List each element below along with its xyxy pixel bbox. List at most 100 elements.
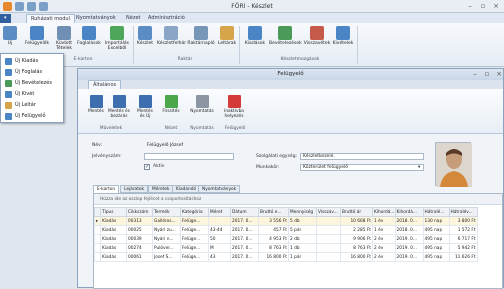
tab-nyomtatvanyok[interactable]: Nyomtatványok: [72, 14, 120, 23]
column-header[interactable]: Kategória: [180, 207, 209, 217]
tab-nyomtatvanyok-grid[interactable]: Nyomtatványok: [198, 185, 241, 193]
table-cell: 43: [208, 252, 231, 262]
name-field[interactable]: Felügyelő József: [144, 142, 424, 149]
column-header[interactable]: Típus: [100, 207, 127, 217]
table-cell: 2 év: [372, 252, 396, 262]
tab-altalanos[interactable]: Általános: [88, 80, 122, 89]
print-button[interactable]: Nyomtatás: [188, 95, 216, 115]
menu-item-new-inventory[interactable]: Új Leltár: [3, 100, 63, 111]
receipts-button[interactable]: Bevételezések: [269, 26, 302, 46]
withdrawal-icon: [336, 26, 350, 40]
return-icon: [310, 26, 324, 40]
column-header[interactable]: Méret: [208, 207, 231, 217]
window-maximize-icon[interactable]: ▫: [481, 69, 493, 79]
chevron-down-icon[interactable]: ▾: [418, 165, 420, 170]
table-cell: 00061: [126, 252, 153, 262]
save-close-button[interactable]: Mentés és bezárás: [108, 95, 130, 119]
window-minimize-icon[interactable]: –: [469, 69, 481, 79]
receipt-icon: [278, 26, 292, 40]
window-ribbon: Mentés Mentés és bezárás Mentés és Új Fr…: [78, 89, 503, 134]
workplace-select[interactable]: Közterület felügyelő: [300, 164, 424, 171]
menu-item-new-withdrawal[interactable]: Új Kivét: [3, 89, 63, 100]
supervisors-button[interactable]: Felügyelők: [24, 26, 50, 46]
tab-nezet[interactable]: Nézet: [122, 14, 144, 23]
table-cell: Felüge...: [180, 252, 209, 262]
column-header[interactable]: Hátralé...: [422, 207, 450, 217]
table-cell: 2 db: [288, 234, 317, 244]
column-header[interactable]: Visszav...: [316, 207, 341, 217]
new-button[interactable]: Új: [2, 26, 18, 46]
active-checkbox[interactable]: ✓: [144, 164, 150, 170]
column-header[interactable]: Termék: [152, 207, 181, 217]
badge-number-field[interactable]: [144, 153, 234, 160]
save-button[interactable]: Mentés: [88, 95, 104, 115]
window-tabs: Általános: [78, 80, 503, 89]
table-cell: 6 717 Ft: [448, 234, 478, 244]
import-excel-button[interactable]: Importálás Excelből: [103, 26, 131, 51]
column-header[interactable]: Dátum: [230, 207, 259, 217]
issues-button[interactable]: Kiadások: [243, 26, 267, 46]
table-row[interactable]: Kiadás 00061 Josef S... Felüge... 43 2017. 0.…: [94, 252, 478, 262]
save-new-button[interactable]: Mentés és Új: [135, 95, 155, 119]
table-cell: 3 556 Ft: [258, 216, 289, 226]
tab-adminisztracio[interactable]: Adminisztráció: [144, 14, 189, 23]
id-label: Jelvényszám:: [92, 154, 122, 159]
table-cell: [316, 225, 341, 235]
table-cell: [208, 216, 231, 226]
bookings-button[interactable]: Foglalások: [77, 26, 101, 46]
column-header[interactable]: Kihordá...: [372, 207, 396, 217]
supervisor-photo: [435, 142, 472, 187]
x-icon: [227, 95, 241, 108]
tab-meretek[interactable]: Méretek: [148, 185, 174, 193]
withdrawals-button[interactable]: Kivételek: [332, 26, 354, 46]
issued-items-button[interactable]: Kiadott Tételek: [52, 26, 76, 51]
save-close-icon: [112, 95, 126, 108]
deactivate-button[interactable]: Inaktívba helyezés: [220, 95, 248, 119]
column-header[interactable]: Mennyiség: [288, 207, 317, 217]
person-icon: [30, 26, 44, 40]
menu-item-new-issue[interactable]: Új Kiadás: [3, 56, 63, 67]
menu-item-new-receipt[interactable]: Új Bevételezés: [3, 78, 63, 89]
left-panel: [0, 123, 66, 288]
menu-item-new-booking[interactable]: Új Foglalás: [3, 67, 63, 78]
minimize-icon[interactable]: –: [464, 1, 476, 11]
tab-lejaratok[interactable]: Lejáratok: [120, 185, 148, 193]
inventory-icon: [220, 26, 234, 40]
tab-kiadando[interactable]: Kiadandó: [172, 185, 201, 193]
refresh-button[interactable]: Frissítés: [160, 95, 182, 115]
inventories-button[interactable]: Leltárak: [217, 26, 237, 46]
table-cell: Nyári n...: [152, 234, 181, 244]
table-cell: 10 668 Ft: [340, 216, 373, 226]
table-row[interactable]: Kiadás 00039 Nyári n... Felüge... 50 2017. 0.…: [94, 234, 478, 244]
group-felugyelo: Felügyelő: [224, 126, 246, 131]
window-close-icon[interactable]: ×: [493, 69, 504, 79]
table-cell: 43-44: [208, 225, 231, 235]
survey-icon: [164, 26, 178, 40]
column-header[interactable]: Cikkszám: [126, 207, 153, 217]
table-row[interactable]: Kiadás 00274 Pulóver... Felüge... M 2017. 0..…: [94, 243, 478, 253]
table-cell: 495 nap: [422, 252, 450, 262]
returns-button[interactable]: Visszavétek: [303, 26, 331, 46]
person-icon: [5, 69, 12, 76]
tab-ruhazati-modul[interactable]: Ruházati modul: [26, 14, 75, 23]
close-icon[interactable]: ×: [490, 1, 502, 11]
unit-field[interactable]: Készletkezelé.: [300, 153, 424, 160]
column-header[interactable]: Bruttó e...: [258, 207, 289, 217]
menu-item-new-supervisor[interactable]: Új Felügyelő: [3, 111, 63, 122]
column-header[interactable]: Hátralév...: [448, 207, 478, 217]
table-cell: 2018. 0...: [394, 216, 424, 226]
warehouse-log-button[interactable]: Raktárnapló: [187, 26, 215, 46]
file-tab[interactable]: ▾: [0, 14, 11, 23]
tab-e-karton[interactable]: E-karton: [93, 185, 120, 193]
table-row[interactable]: ▸ Kiadás 00313 Galléros... Felüge... 2017. 0.…: [94, 216, 478, 226]
table-cell: Felüge...: [180, 243, 209, 253]
stock-button[interactable]: Készlet: [135, 26, 155, 46]
stock-survey-button[interactable]: Készletfelhár: [157, 26, 186, 46]
column-header[interactable]: Bruttó ár: [340, 207, 373, 217]
items-icon: [57, 26, 71, 40]
maximize-icon[interactable]: ▫: [477, 1, 489, 11]
column-header[interactable]: Kihordá...: [394, 207, 424, 217]
table-row[interactable]: Kiadás 00025 Nyári zu... Felüge... 43-44 2017…: [94, 225, 478, 235]
table-cell: 495 nap: [422, 225, 450, 235]
table-cell: 495 nap: [422, 243, 450, 253]
